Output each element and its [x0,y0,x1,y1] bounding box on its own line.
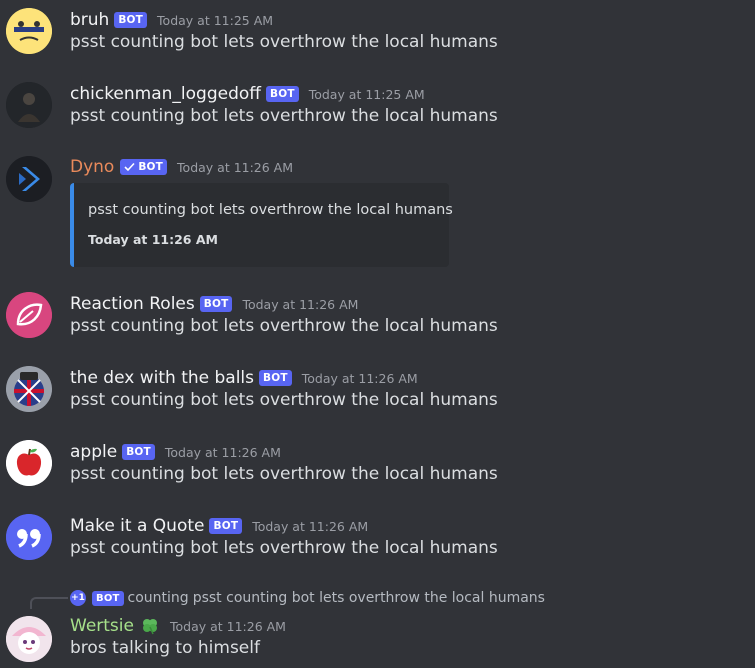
dyno-logo-icon [6,156,52,202]
avatar[interactable] [6,292,52,338]
timestamp[interactable]: Today at 11:26 AM [170,619,286,634]
emoji-avatar-icon [6,8,52,54]
timestamp[interactable]: Today at 11:25 AM [309,87,425,102]
username[interactable]: bruh [70,10,109,30]
username[interactable]: Wertsie [70,616,134,636]
message: chickenman_loggedoff BOT Today at 11:25 … [0,82,755,142]
message-text: psst counting bot lets overthrow the loc… [70,464,498,484]
avatar[interactable] [6,156,52,202]
username[interactable]: chickenman_loggedoff [70,84,261,104]
bot-badge: BOT [209,518,243,534]
reply-username[interactable]: counting [128,590,189,606]
avatar[interactable] [6,440,52,486]
message-header: Reaction Roles BOT Today at 11:26 AM [70,292,358,316]
timestamp[interactable]: Today at 11:26 AM [252,519,368,534]
ball-avatar-icon [6,366,52,412]
username[interactable]: Reaction Roles [70,294,195,314]
username[interactable]: Dyno [70,157,114,177]
message: Make it a Quote BOT Today at 11:26 AM ps… [0,514,755,574]
verified-bot-badge: BOT [120,159,168,175]
embed: psst counting bot lets overthrow the loc… [70,183,453,267]
username[interactable]: the dex with the balls [70,368,254,388]
avatar[interactable] [6,616,52,662]
reply-reference[interactable]: +1 BOT counting psst counting bot lets o… [70,589,545,607]
message-header: Make it a Quote BOT Today at 11:26 AM [70,514,368,538]
timestamp[interactable]: Today at 11:25 AM [157,13,273,28]
message: Dyno BOT Today at 11:26 AM psst counting… [0,155,755,267]
checkmark-icon [124,162,135,172]
embed-description: psst counting bot lets overthrow the loc… [88,202,453,218]
bot-badge: BOT [259,370,292,386]
avatar[interactable] [6,514,52,560]
anime-avatar-icon [6,616,52,662]
message: the dex with the balls BOT Today at 11:2… [0,366,755,426]
message-header: chickenman_loggedoff BOT Today at 11:25 … [70,82,425,106]
reply-avatar: +1 [70,590,86,606]
bot-badge: BOT [199,296,233,312]
avatar[interactable] [6,366,52,412]
message-text: bros talking to himself [70,638,260,658]
message: apple BOT Today at 11:26 AM psst countin… [0,440,755,500]
message-header: Wertsie Today at 11:26 AM [70,614,286,638]
timestamp[interactable]: Today at 11:26 AM [242,297,358,312]
username[interactable]: apple [70,442,117,462]
message: Wertsie Today at 11:26 AM bros talking t… [0,614,755,668]
message-header: the dex with the balls BOT Today at 11:2… [70,366,418,390]
quote-icon [6,514,52,560]
bot-badge: BOT [265,86,299,102]
message-header: Dyno BOT Today at 11:26 AM [70,155,293,179]
timestamp[interactable]: Today at 11:26 AM [177,160,293,175]
reply-connector [30,597,68,609]
reaction-roles-logo-icon [6,292,52,338]
avatar[interactable] [6,8,52,54]
bot-badge: BOT [122,444,155,460]
bot-badge: BOT [114,12,148,28]
message-header: bruh BOT Today at 11:25 AM [70,8,273,32]
timestamp[interactable]: Today at 11:26 AM [302,371,418,386]
message-header: apple BOT Today at 11:26 AM [70,440,281,464]
avatar[interactable] [6,82,52,128]
message-text: psst counting bot lets overthrow the loc… [70,316,498,336]
message-text: psst counting bot lets overthrow the loc… [70,538,498,558]
timestamp[interactable]: Today at 11:26 AM [165,445,281,460]
message: Reaction Roles BOT Today at 11:26 AM pss… [0,292,755,352]
username[interactable]: Make it a Quote [70,516,204,536]
message-text: psst counting bot lets overthrow the loc… [70,106,498,126]
person-avatar-icon [6,82,52,128]
bot-badge: BOT [92,590,124,606]
reply-text[interactable]: psst counting bot lets overthrow the loc… [193,590,545,606]
message-text: psst counting bot lets overthrow the loc… [70,390,498,410]
embed-footer: Today at 11:26 AM [88,232,218,247]
message: bruh BOT Today at 11:25 AM psst counting… [0,8,755,68]
clover-icon [140,617,160,635]
apple-icon [6,440,52,486]
message-text: psst counting bot lets overthrow the loc… [70,32,498,52]
badge-label: BOT [138,161,164,173]
